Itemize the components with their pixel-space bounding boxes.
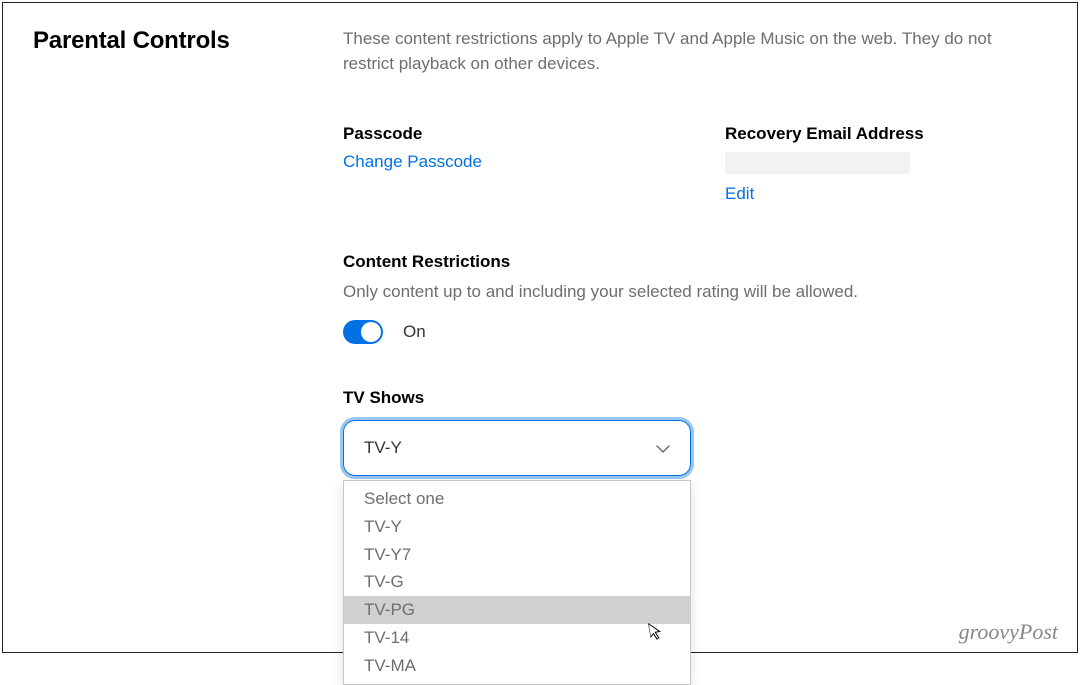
recovery-email-label: Recovery Email Address xyxy=(725,124,1027,144)
tv-shows-label: TV Shows xyxy=(343,388,1027,408)
dropdown-option[interactable]: TV-14 xyxy=(344,624,690,652)
passcode-label: Passcode xyxy=(343,124,645,144)
page-title: Parental Controls xyxy=(33,27,343,55)
chevron-down-icon xyxy=(656,440,670,456)
toggle-state-label: On xyxy=(403,322,426,342)
dropdown-option[interactable]: TV-G xyxy=(344,568,690,596)
watermark: groovyPost xyxy=(959,619,1058,645)
page-description: These content restrictions apply to Appl… xyxy=(343,27,1027,76)
content-restrictions-toggle[interactable] xyxy=(343,320,383,344)
tv-shows-select[interactable]: TV-Y xyxy=(343,420,691,476)
toggle-knob xyxy=(361,322,381,342)
dropdown-option[interactable]: Select one xyxy=(344,481,690,513)
dropdown-option[interactable]: TV-Y7 xyxy=(344,541,690,569)
dropdown-option[interactable]: TV-MA xyxy=(344,652,690,684)
content-restrictions-label: Content Restrictions xyxy=(343,252,1027,272)
content-restrictions-helper: Only content up to and including your se… xyxy=(343,280,1027,304)
change-passcode-link[interactable]: Change Passcode xyxy=(343,152,645,172)
dropdown-option[interactable]: TV-PG xyxy=(344,596,690,624)
dropdown-option[interactable]: TV-Y xyxy=(344,513,690,541)
tv-shows-selected-value: TV-Y xyxy=(364,438,402,458)
recovery-email-value-redacted xyxy=(725,152,910,174)
tv-shows-dropdown: Select oneTV-YTV-Y7TV-GTV-PGTV-14TV-MA xyxy=(343,480,691,685)
edit-recovery-email-link[interactable]: Edit xyxy=(725,184,1027,204)
